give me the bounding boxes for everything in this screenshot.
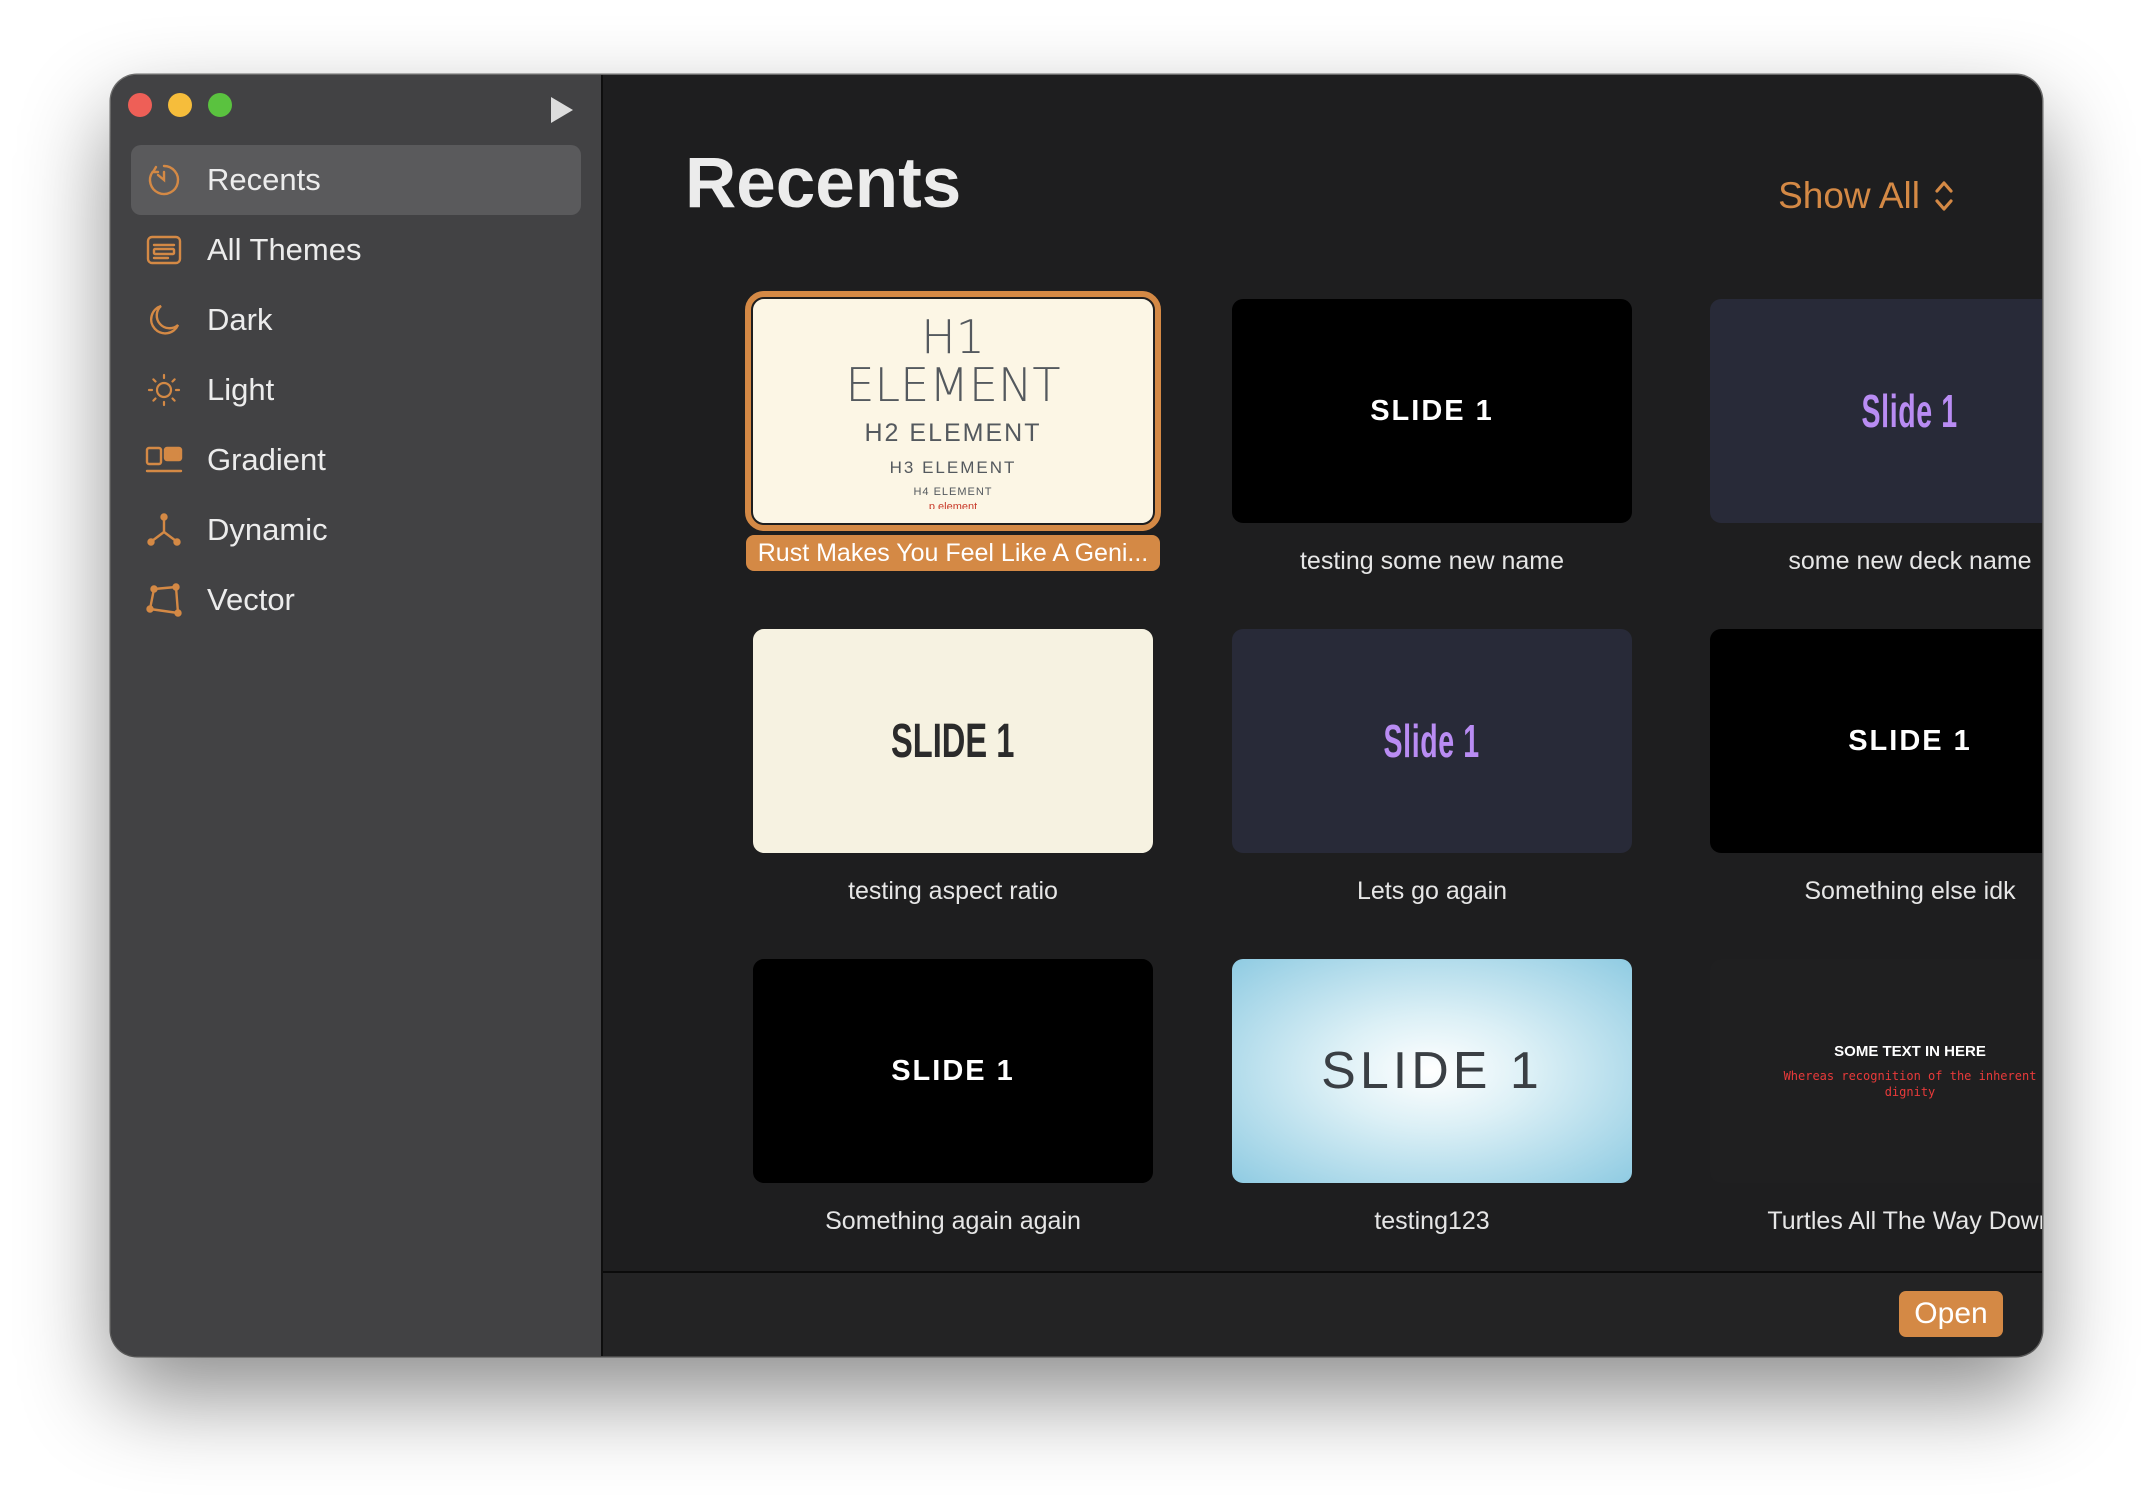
thumb-slide-title: SLIDE 1 (1321, 1042, 1543, 1100)
thumb-slide-title: Slide 1 (1383, 715, 1481, 767)
thumb-h3: H3 ELEMENT (889, 458, 1017, 477)
deck-thumbnail[interactable]: SLIDE 1 (1232, 299, 1632, 523)
sidebar-nav: Recents All Themes Dark Light Gradient D… (131, 145, 581, 635)
main-content: Recents Show All H1 ELEMENT H2 ELEMENT H… (603, 75, 2042, 1356)
open-button[interactable]: Open (1899, 1291, 2003, 1337)
deck-thumbnail[interactable]: SLIDE 1 (1710, 629, 2042, 853)
gradient-icon (141, 437, 187, 483)
sidebar-item-all-themes[interactable]: All Themes (131, 215, 581, 285)
deck-thumbnail[interactable]: Slide 1 (1710, 299, 2042, 523)
app-window: Recents All Themes Dark Light Gradient D… (111, 75, 2042, 1356)
thumb-slide-title: SLIDE 1 (891, 714, 1015, 768)
themes-icon (141, 227, 187, 273)
clock-icon (141, 157, 187, 203)
thumb-h1: H1 ELEMENT (845, 310, 1061, 412)
thumb-slide-title: SLIDE 1 (1370, 394, 1494, 427)
dynamic-icon (141, 507, 187, 553)
thumb-h2: H2 ELEMENT (864, 419, 1042, 447)
deck-tile[interactable]: Slide 1 some new deck name (1710, 299, 2042, 579)
deck-name: Something else idk (1804, 877, 2016, 905)
thumb-slide-body: Whereas recognition of the inherent dign… (1783, 1068, 2037, 1099)
deck-tile[interactable]: SOME TEXT IN HERE Whereas recognition of… (1710, 959, 2042, 1239)
deck-tile[interactable]: Slide 1 Lets go again (1232, 629, 1632, 909)
show-all-label: Show All (1778, 175, 1920, 216)
sidebar-item-label: Gradient (207, 442, 326, 477)
vector-icon (141, 577, 187, 623)
sidebar: Recents All Themes Dark Light Gradient D… (111, 75, 603, 1356)
zoom-window-button[interactable] (208, 93, 232, 117)
close-window-button[interactable] (128, 93, 152, 117)
sidebar-item-dynamic[interactable]: Dynamic (131, 495, 581, 565)
thumb-h4: H4 ELEMENT (913, 486, 993, 498)
footer-bar: Open (603, 1271, 2042, 1356)
deck-name: testing some new name (1299, 547, 1565, 575)
sidebar-item-label: Recents (207, 162, 321, 197)
deck-thumbnail[interactable]: SOME TEXT IN HERE Whereas recognition of… (1710, 959, 2042, 1183)
thumb-slide-title: SLIDE 1 (891, 1054, 1015, 1087)
deck-tile[interactable]: SLIDE 1 testing123 (1232, 959, 1632, 1239)
thumb-slide-title: SLIDE 1 (1848, 724, 1972, 757)
thumb-slide-title: Slide 1 (1861, 385, 1959, 437)
deck-name: Lets go again (1356, 877, 1508, 905)
deck-tile[interactable]: SLIDE 1 Something else idk (1710, 629, 2042, 909)
deck-thumbnail[interactable]: Slide 1 (1232, 629, 1632, 853)
deck-name: testing123 (1374, 1207, 1490, 1235)
deck-name: Something again again (825, 1207, 1081, 1235)
sidebar-item-recents[interactable]: Recents (131, 145, 581, 215)
deck-name: some new deck name (1788, 547, 2032, 575)
deck-name: Rust Makes You Feel Like A Geni... (746, 535, 1160, 571)
sidebar-item-dark[interactable]: Dark (131, 285, 581, 355)
minimize-window-button[interactable] (168, 93, 192, 117)
sidebar-item-label: Dark (207, 302, 273, 337)
deck-tile[interactable]: SLIDE 1 testing some new name (1232, 299, 1632, 579)
chevron-updown-icon (1935, 181, 1953, 211)
sidebar-item-light[interactable]: Light (131, 355, 581, 425)
sidebar-item-vector[interactable]: Vector (131, 565, 581, 635)
page-title: Recents (685, 144, 962, 223)
deck-name: testing aspect ratio (848, 877, 1058, 905)
deck-thumbnail[interactable]: H1 ELEMENT H2 ELEMENT H3 ELEMENT H4 ELEM… (745, 291, 1161, 531)
moon-icon (141, 297, 187, 343)
thumb-paragraph: p element (928, 501, 978, 509)
play-icon[interactable] (551, 97, 573, 123)
sidebar-item-label: Vector (207, 582, 295, 617)
deck-name: Turtles All The Way Down (1767, 1207, 2042, 1235)
thumb-slide-title: SOME TEXT IN HERE (1834, 1042, 1986, 1060)
deck-tile[interactable]: SLIDE 1 testing aspect ratio (753, 629, 1153, 909)
deck-thumbnail[interactable]: SLIDE 1 (1232, 959, 1632, 1183)
sidebar-item-gradient[interactable]: Gradient (131, 425, 581, 495)
deck-tile[interactable]: H1 ELEMENT H2 ELEMENT H3 ELEMENT H4 ELEM… (745, 291, 1161, 571)
sidebar-item-label: Dynamic (207, 512, 328, 547)
deck-thumbnail[interactable]: SLIDE 1 (753, 959, 1153, 1183)
sun-icon (141, 367, 187, 413)
deck-tile[interactable]: SLIDE 1 Something again again (753, 959, 1153, 1239)
sidebar-item-label: All Themes (207, 232, 362, 267)
show-all-dropdown[interactable]: Show All (1778, 175, 1954, 217)
sidebar-item-label: Light (207, 372, 275, 407)
deck-thumbnail[interactable]: SLIDE 1 (753, 629, 1153, 853)
